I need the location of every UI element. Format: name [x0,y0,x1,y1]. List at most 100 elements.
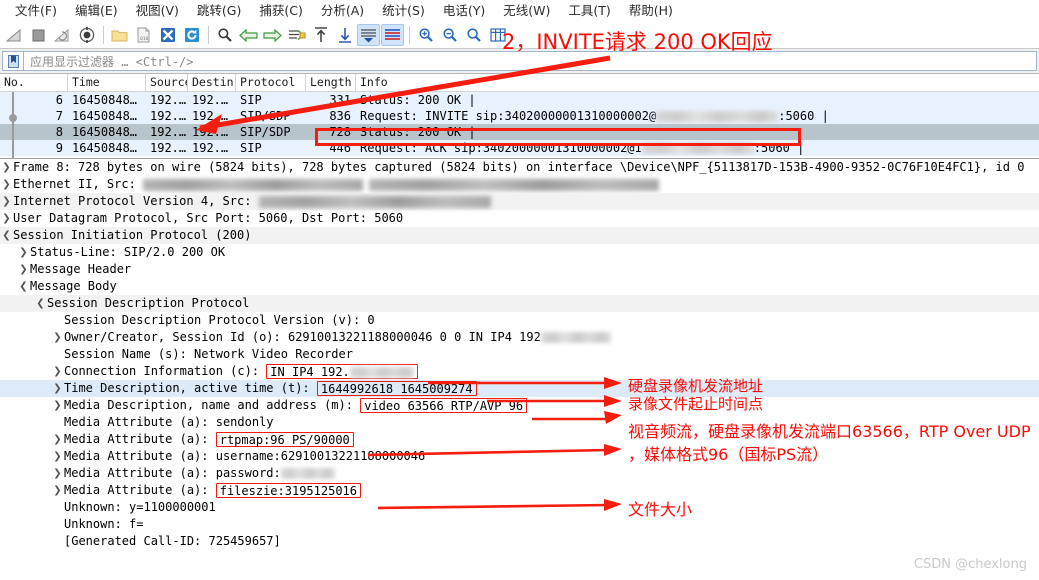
column-header-source[interactable]: Source [146,74,188,91]
chevron-right-icon[interactable]: ❯ [17,244,30,261]
menu-capture[interactable]: 捕获(C) [250,1,311,21]
tree-item-label: Session Description Protocol [47,296,250,310]
table-row[interactable]: 7 16450848… 192.… 192.… SIP/SDP 836 Requ… [0,108,1039,124]
tree-item-message-header[interactable]: ❯ Message Header [0,261,1039,278]
go-forward-icon[interactable] [261,24,284,46]
chevron-right-icon[interactable]: ❯ [51,431,64,448]
auto-scroll-icon[interactable] [357,24,380,46]
cell-info: Status: 200 OK | [360,125,476,139]
menu-tools[interactable]: 工具(T) [559,1,619,21]
menu-file[interactable]: 文件(F) [6,1,66,21]
tree-item-ethernet[interactable]: ❯ Ethernet II, Src: [0,176,1039,193]
tree-item-sdp-version[interactable]: Session Description Protocol Version (v)… [0,312,1039,329]
chevron-right-icon[interactable]: ❯ [51,465,64,482]
menu-wireless[interactable]: 无线(W) [494,1,559,21]
tree-item-attr-rtpmap[interactable]: ❯ Media Attribute (a): rtpmap:96 PS/9000… [0,431,1039,448]
close-file-icon[interactable] [156,24,179,46]
go-to-packet-icon[interactable] [285,24,308,46]
cell-info: Request: ACK sip:34020000001310000002@1:… [356,140,1039,156]
chevron-right-icon[interactable]: ❯ [51,448,64,465]
stop-capture-icon[interactable] [27,24,50,46]
table-row[interactable]: 9 16450848… 192.… 192.… SIP 446 Request:… [0,140,1039,156]
table-row[interactable]: 6 16450848… 192.… 192.… SIP 331 Status: … [0,92,1039,108]
zoom-in-icon[interactable] [414,24,437,46]
cell-source: 192.… [150,109,187,123]
connection-value-text: IN IP4 192. [270,365,350,379]
tree-item-attr-password[interactable]: ❯ Media Attribute (a): password: [0,465,1039,482]
tree-item-status-line[interactable]: ❯ Status-Line: SIP/2.0 200 OK [0,244,1039,261]
save-file-icon[interactable]: 010 [132,24,155,46]
chevron-right-icon[interactable]: ❯ [0,210,13,227]
tree-item-sip[interactable]: ❮ Session Initiation Protocol (200) [0,227,1039,244]
tree-item-unknown-y[interactable]: Unknown: y=1100000001 [0,499,1039,516]
menu-view[interactable]: 视图(V) [127,1,188,21]
menu-edit[interactable]: 编辑(E) [66,1,127,21]
tree-item-label: Ethernet II, Src: [13,177,144,191]
chevron-right-icon[interactable]: ❯ [17,261,30,278]
tree-item-udp[interactable]: ❯ User Datagram Protocol, Src Port: 5060… [0,210,1039,227]
menu-help[interactable]: 帮助(H) [620,1,682,21]
menu-analyze[interactable]: 分析(A) [312,1,373,21]
main-toolbar: 010 [0,22,1039,49]
column-header-info[interactable]: Info [356,74,1039,91]
chevron-right-icon[interactable]: ❯ [51,397,64,414]
chevron-right-icon[interactable]: ❯ [0,176,13,193]
start-capture-icon[interactable] [3,24,26,46]
tree-item-attr-filesize[interactable]: ❯ Media Attribute (a): fileszie:31951250… [0,482,1039,499]
tree-item-owner[interactable]: ❯ Owner/Creator, Session Id (o): 6291001… [0,329,1039,346]
toolbar-separator [409,26,410,44]
cell-time: 16450848… [72,141,138,155]
chevron-down-icon[interactable]: ❮ [0,227,13,244]
go-back-icon[interactable] [237,24,260,46]
resize-columns-icon[interactable] [486,24,509,46]
tree-item-message-body[interactable]: ❮ Message Body [0,278,1039,295]
tree-item-frame[interactable]: ❯ Frame 8: 728 bytes on wire (5824 bits)… [0,159,1039,176]
colorize-icon[interactable] [381,24,404,46]
reload-file-icon[interactable] [180,24,203,46]
chevron-right-icon[interactable]: ❯ [51,482,64,499]
restart-capture-icon[interactable] [51,24,74,46]
display-filter-input[interactable]: 应用显示过滤器 … <Ctrl-/> [23,51,1037,71]
tree-item-label: Unknown: f= [64,517,144,531]
tree-item-time-description[interactable]: ❯ Time Description, active time (t): 164… [0,380,1039,397]
cell-info-suffix: :5060 | [778,109,829,123]
column-header-protocol[interactable]: Protocol [236,74,306,91]
related-packet-dot [9,114,17,122]
chevron-down-icon[interactable]: ❮ [34,295,47,312]
chevron-right-icon[interactable]: ❯ [0,159,13,176]
chevron-right-icon[interactable]: ❯ [0,193,13,210]
menu-telephony[interactable]: 电话(Y) [434,1,494,21]
open-file-icon[interactable] [108,24,131,46]
chevron-right-icon[interactable]: ❯ [51,363,64,380]
tree-item-media-description[interactable]: ❯ Media Description, name and address (m… [0,397,1039,414]
column-header-no[interactable]: No. [0,74,68,91]
tree-item-label: [Generated Call-ID: 725459657] [64,534,281,548]
tree-item-attr-sendonly[interactable]: Media Attribute (a): sendonly [0,414,1039,431]
tree-item-connection-info[interactable]: ❯ Connection Information (c): IN IP4 192… [0,363,1039,380]
chevron-right-icon[interactable]: ❯ [51,380,64,397]
table-row[interactable]: 8 16450848… 192.… 192.… SIP/SDP 728 Stat… [0,124,1039,140]
tree-item-ip[interactable]: ❯ Internet Protocol Version 4, Src: [0,193,1039,210]
go-first-packet-icon[interactable] [309,24,332,46]
go-last-packet-icon[interactable] [333,24,356,46]
bookmark-icon[interactable] [2,51,23,71]
tree-item-sdp[interactable]: ❮ Session Description Protocol [0,295,1039,312]
chevron-right-icon[interactable]: ❯ [51,329,64,346]
tree-item-label: Time Description, active time (t): [64,381,317,395]
redacted-mac-src [143,178,364,191]
zoom-reset-icon[interactable] [462,24,485,46]
tree-item-unknown-f[interactable]: Unknown: f= [0,516,1039,533]
tree-item-label: Media Attribute (a): sendonly [64,415,274,429]
column-header-time[interactable]: Time [68,74,146,91]
tree-item-session-name[interactable]: Session Name (s): Network Video Recorder [0,346,1039,363]
column-header-destination[interactable]: Destin [188,74,236,91]
capture-options-icon[interactable] [75,24,98,46]
find-packet-icon[interactable] [213,24,236,46]
zoom-out-icon[interactable] [438,24,461,46]
tree-item-call-id[interactable]: [Generated Call-ID: 725459657] [0,533,1039,550]
tree-item-attr-username[interactable]: ❯ Media Attribute (a): username:62910013… [0,448,1039,465]
menu-go[interactable]: 跳转(G) [188,1,250,21]
column-header-length[interactable]: Length [306,74,356,91]
chevron-down-icon[interactable]: ❮ [17,278,30,295]
menu-statistics[interactable]: 统计(S) [373,1,434,21]
